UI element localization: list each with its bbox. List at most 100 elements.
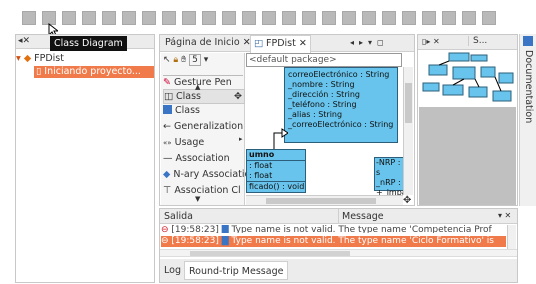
scroll-down-icon[interactable]: ▼ <box>195 195 200 203</box>
main-toolbar <box>0 0 536 32</box>
diagram-editor: Página de Inicio ✕ ◰ FPDist ✕ ◂▸▾◻ ↖ 🔒︎ … <box>159 34 415 206</box>
uml-class-top[interactable]: correoElectrónico : String _nombre : Str… <box>284 67 398 143</box>
uml-class-alumno[interactable]: umno : float : float ficado() : void <box>246 149 306 193</box>
error-time: [19:58:23] <box>171 236 219 246</box>
class-icon[interactable] <box>282 11 296 25</box>
output-hscrollbar[interactable] <box>160 249 517 257</box>
navigator-overview[interactable] <box>419 51 516 107</box>
tab-round-trip-message[interactable]: Round-trip Message <box>184 261 289 280</box>
navigator-tabbar: ▯▸ ✕ S... <box>418 35 517 50</box>
tab-pagina-inicio[interactable]: Página de Inicio ✕ <box>162 35 254 51</box>
tab-message[interactable]: Message <box>342 211 384 222</box>
generalization-icon: ← <box>163 121 171 132</box>
reverse-icon[interactable] <box>382 11 396 25</box>
diagram-canvas[interactable]: <default package> correoElectrónico : St… <box>246 53 414 205</box>
error-icon: ⊖ <box>161 225 169 233</box>
palette-scroll-arrow-icon[interactable]: ▸ <box>239 135 243 143</box>
panel-controls-icon[interactable]: ▾ ✕ <box>498 211 511 220</box>
hand-icon[interactable]: ✋︎ <box>181 55 186 65</box>
horizontal-scrollbar[interactable] <box>246 195 403 205</box>
uml-attr: _dirección : String <box>288 90 360 99</box>
navigator-panel: ▯▸ ✕ S... <box>417 34 518 206</box>
palette-section-class[interactable]: ◫ Class ✥ <box>163 89 245 104</box>
copy-icon[interactable] <box>122 11 136 25</box>
expand-arrow-icon[interactable]: ▾ <box>16 53 21 64</box>
documentation-icon <box>523 36 533 46</box>
uml-attr: _correoElectrónico : String <box>288 120 394 129</box>
undo-icon[interactable] <box>162 11 176 25</box>
project-name: FPDist <box>34 53 64 64</box>
palette-gesture-pen[interactable]: ✎ Gesture Pen <box>163 75 243 89</box>
panel-menu-icon[interactable]: ◂✕ <box>18 36 30 46</box>
package-icon[interactable] <box>322 11 336 25</box>
package-field[interactable]: <default package> <box>246 53 402 67</box>
zoom-field[interactable]: 5 <box>189 54 201 66</box>
uml-attr: _teléfono : String <box>288 100 357 109</box>
palette-item-association-class[interactable]: ⊤ Association Cl <box>163 184 241 194</box>
documentation-sidebar[interactable]: Documentation <box>519 34 536 206</box>
chevron-down-icon[interactable]: ▾ <box>204 55 209 65</box>
navigator-move-icon[interactable]: ✥ <box>403 195 411 205</box>
run-icon[interactable] <box>222 11 236 25</box>
new-icon[interactable] <box>22 11 36 25</box>
class-icon: ▇ <box>221 236 229 246</box>
project-icon: ◆ <box>23 53 32 64</box>
close-icon[interactable]: ✕ <box>299 38 307 49</box>
redo-icon[interactable] <box>182 11 196 25</box>
palette-item-class[interactable]: Class <box>163 104 200 117</box>
build-icon[interactable] <box>202 11 216 25</box>
scrollbar-thumb[interactable] <box>405 83 412 123</box>
zoom-in-icon[interactable] <box>442 11 456 25</box>
interface-icon[interactable] <box>302 11 316 25</box>
scrollbar-thumb[interactable] <box>190 251 350 256</box>
uml-attr: : float <box>247 171 305 182</box>
pin-icon[interactable]: ✥ <box>234 90 242 103</box>
cut-icon[interactable] <box>102 11 116 25</box>
select-icon[interactable]: ↖ <box>163 55 171 65</box>
paste-icon[interactable] <box>142 11 156 25</box>
palette-item-nary[interactable]: ◆ N-ary Association <box>163 168 256 181</box>
palette-item-usage[interactable]: «» Usage <box>163 136 204 149</box>
output-vscrollbar[interactable] <box>507 225 516 249</box>
tab-s[interactable]: S... <box>468 36 487 46</box>
diagram-icon[interactable] <box>342 11 356 25</box>
tab-salida[interactable]: Salida <box>164 211 193 222</box>
palette: ↖ 🔒︎ ✋︎ 5 ▾ ✎ Gesture Pen ◫ Class ✥ Clas… <box>161 53 256 205</box>
scroll-up-icon[interactable]: ▲ <box>195 83 200 91</box>
zoom-out-icon[interactable] <box>462 11 476 25</box>
help-icon[interactable] <box>482 11 496 25</box>
scrollbar-thumb[interactable] <box>266 198 376 204</box>
print-icon[interactable] <box>82 11 96 25</box>
output-panel: Salida Message ▾ ✕ ⊖ [19:58:23] ▇ Type n… <box>159 208 518 283</box>
debug-icon[interactable] <box>242 11 256 25</box>
vertical-scrollbar[interactable] <box>403 67 413 195</box>
uml-attr: : float <box>249 161 273 170</box>
projects-panel: ◂✕ ▾ ◆ FPDist ▯ Iniciando proyecto... <box>15 34 155 283</box>
lock-icon[interactable]: 🔒︎ <box>173 55 178 65</box>
palette-item-association[interactable]: — Association <box>163 152 230 165</box>
tab-nav-controls[interactable]: ◂▸▾◻ <box>350 38 389 47</box>
palette-item-generalization[interactable]: ← Generalization <box>163 120 243 133</box>
tab-log[interactable]: Log <box>164 265 181 276</box>
uml-attr: -NRP : s <box>376 158 401 177</box>
generate-icon[interactable] <box>362 11 376 25</box>
navigator-tab-controls[interactable]: ▯▸ ✕ <box>422 37 440 46</box>
profile-icon[interactable] <box>262 11 276 25</box>
sync-icon[interactable] <box>402 11 416 25</box>
error-time: [19:58:23] <box>171 225 219 233</box>
error-icon: ⊖ <box>161 236 169 246</box>
documentation-label[interactable]: Documentation <box>523 50 534 123</box>
usage-icon: «» <box>163 139 172 147</box>
association-icon: — <box>163 153 173 164</box>
tooltip: Class Diagram <box>50 36 127 51</box>
save-icon[interactable] <box>62 11 76 25</box>
error-text: Type name is not valid. The type name 'C… <box>231 225 492 233</box>
layout-icon[interactable] <box>422 11 436 25</box>
error-row[interactable]: ⊖ [19:58:23] ▇ Type name is not valid. T… <box>161 225 506 233</box>
tab-fpdist[interactable]: ◰ FPDist ✕ <box>250 35 311 53</box>
uml-class-right[interactable]: -NRP : s _nRP : +_impa <box>374 157 407 197</box>
palette-toolbar: ↖ 🔒︎ ✋︎ 5 ▾ <box>163 54 209 67</box>
tree-item-child[interactable]: ▯ Iniciando proyecto... <box>34 66 154 78</box>
tree-item-project[interactable]: ▾ ◆ FPDist <box>16 53 154 65</box>
error-row-selected[interactable]: ⊖ [19:58:23] ▇ Type name is not valid. T… <box>161 236 506 247</box>
